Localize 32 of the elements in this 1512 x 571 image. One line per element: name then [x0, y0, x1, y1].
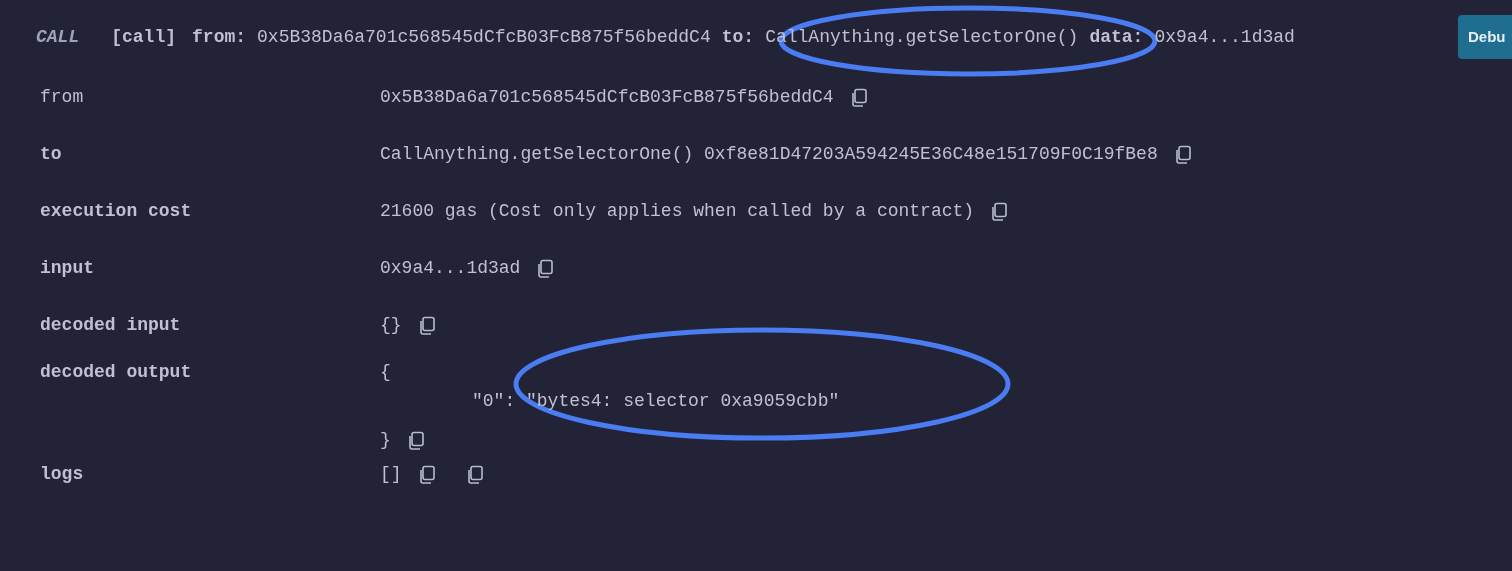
copy-icon[interactable] [465, 464, 484, 485]
object-brace: { [380, 361, 391, 384]
from-address: 0x5B38Da6a701c568545dCfcB03FcB875f56beddC4 [257, 25, 711, 49]
field-label: from [39, 86, 85, 109]
copy-icon[interactable] [1173, 144, 1192, 165]
data-value: 0x9a4...1d3ad [1154, 25, 1295, 49]
field-label: input [39, 257, 95, 280]
copy-icon[interactable] [536, 258, 555, 279]
copy-icon[interactable] [849, 87, 868, 108]
data-label: data: [1089, 25, 1144, 49]
from-label: from: [192, 25, 247, 49]
field-label: execution cost [39, 200, 193, 223]
field-value: 0x9a4...1d3ad [380, 257, 521, 280]
field-label: logs [39, 463, 85, 486]
field-label: decoded output [39, 361, 193, 384]
field-value: 0x5B38Da6a701c568545dCfcB03FcB875f56beddC4 [380, 86, 834, 109]
field-value: {} [380, 314, 402, 337]
copy-icon[interactable] [417, 464, 436, 485]
to-label: to: [721, 25, 755, 49]
field-label: to [39, 143, 63, 166]
field-value: CallAnything.getSelectorOne() 0xf8e81D47203A594245E36C48e151709F0C19fBe8 [380, 143, 1158, 166]
call-kind: CALL [36, 25, 80, 49]
field-value: 21600 gas (Cost only applies when called by a contract) [380, 200, 975, 223]
object-brace: } [380, 429, 391, 452]
copy-icon[interactable] [990, 201, 1009, 222]
field-value: [] [380, 463, 402, 486]
copy-icon[interactable] [406, 430, 425, 451]
debug-button[interactable]: Debu [1458, 15, 1512, 59]
field-label: decoded input [39, 314, 182, 337]
call-type: [call] [111, 25, 177, 49]
copy-icon[interactable] [417, 315, 436, 336]
object-entry: "0": "bytes4: selector 0xa9059cbb" [471, 390, 840, 413]
